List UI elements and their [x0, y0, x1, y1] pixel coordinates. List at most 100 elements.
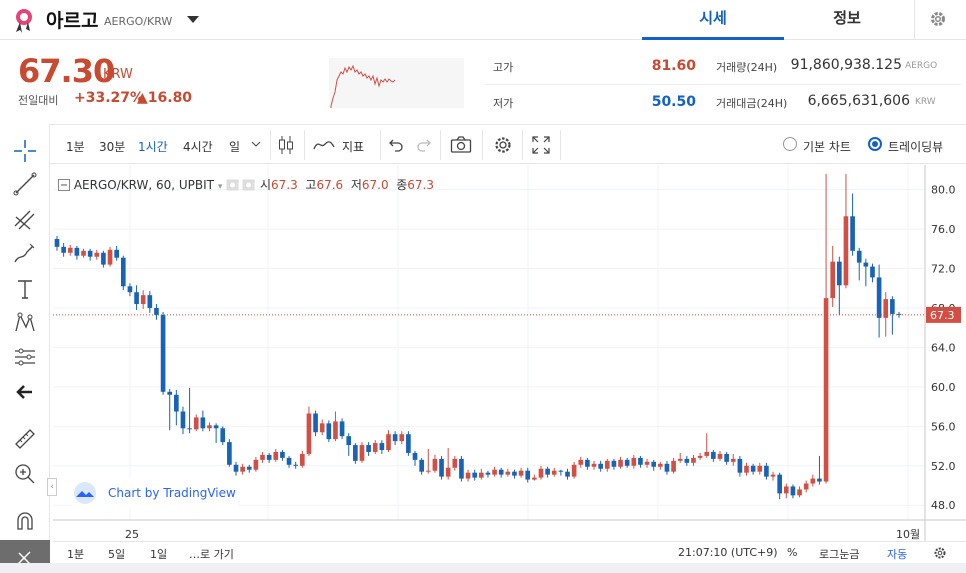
candle-body — [187, 428, 192, 430]
candle-body — [512, 471, 517, 476]
auto-scale-toggle[interactable]: 자동 — [887, 546, 907, 562]
range-5d[interactable]: 5일 — [108, 546, 125, 562]
toolbar-divider — [440, 130, 441, 160]
candle-body — [353, 445, 358, 461]
magnet-icon[interactable] — [10, 507, 40, 537]
tab-quote[interactable]: 시세 — [642, 0, 784, 40]
candle-body — [704, 451, 710, 456]
prediction-icon[interactable] — [10, 342, 40, 372]
legend-close: 67.3 — [407, 178, 434, 192]
volume-value: 91,860,938.125 — [790, 57, 902, 73]
candle-body — [220, 428, 226, 443]
watermark-text[interactable]: Chart by TradingView — [108, 486, 236, 500]
candle-body — [890, 299, 895, 314]
candle-body — [585, 459, 590, 467]
candle-body — [465, 472, 471, 479]
coin-logo-icon — [16, 9, 32, 33]
y-tick-label: 52.0 — [931, 460, 956, 473]
candle-body — [472, 472, 478, 478]
trend-line-icon[interactable] — [10, 169, 40, 199]
collapse-legend-icon[interactable] — [58, 179, 70, 191]
interval-1h[interactable]: 1시간 — [138, 138, 168, 155]
low-label: 저가 — [493, 97, 514, 110]
gear-icon[interactable] — [933, 546, 947, 560]
chevron-down-icon[interactable] — [251, 140, 261, 148]
y-tick-label: 80.0 — [931, 184, 956, 197]
indicator-button[interactable]: 지표 — [342, 138, 364, 155]
candle-body — [74, 247, 80, 256]
tradingview-radio[interactable] — [868, 137, 882, 151]
visibility-icons[interactable] — [226, 179, 256, 191]
toolbar-divider — [304, 130, 305, 160]
candle-body — [246, 466, 252, 470]
candle-type-icon[interactable] — [276, 134, 296, 156]
percent-toggle[interactable]: % — [787, 546, 797, 559]
basic-chart-radio[interactable] — [783, 137, 797, 151]
redo-icon[interactable] — [416, 137, 432, 153]
text-tool-icon[interactable] — [10, 274, 40, 304]
candle-body — [750, 465, 756, 472]
y-tick-label: 60.0 — [931, 381, 956, 394]
candle-body — [160, 314, 166, 392]
interval-1m[interactable]: 1분 — [66, 138, 85, 155]
chevron-down-icon[interactable]: ▾ — [218, 182, 223, 192]
fullscreen-icon[interactable] — [531, 135, 551, 155]
interval-day[interactable]: 일 — [229, 138, 240, 155]
tradingview-label[interactable]: 트레이딩뷰 — [888, 138, 943, 155]
candle-body — [578, 459, 584, 465]
candle-body — [432, 458, 438, 471]
settings-gear-icon[interactable] — [493, 135, 513, 155]
x-tick-label: 25 — [125, 528, 139, 541]
log-scale-toggle[interactable]: 로그눈금 — [819, 546, 859, 562]
undo-icon[interactable] — [388, 137, 404, 153]
candle-body — [333, 421, 338, 440]
candle-body — [856, 250, 862, 263]
volume-unit: AERGO — [905, 61, 938, 71]
candle-body — [717, 453, 723, 459]
pattern-icon[interactable] — [10, 308, 40, 338]
interval-30m[interactable]: 30분 — [99, 138, 125, 155]
tab-info[interactable]: 정보 — [776, 0, 918, 40]
upbit-trading-page: { "header": { "coin_name": "아르고", "pair"… — [0, 0, 966, 573]
zoom-in-icon[interactable] — [10, 459, 40, 489]
market-pair[interactable]: AERGO/KRW — [104, 15, 172, 28]
candle-body — [558, 470, 564, 472]
toolbar-divider — [270, 130, 271, 160]
candle-body — [280, 451, 285, 458]
candle-body — [339, 421, 345, 437]
range-1m[interactable]: 1분 — [67, 546, 84, 562]
candle-body — [498, 469, 504, 475]
candle-body — [439, 458, 444, 477]
chart-grid — [53, 165, 925, 520]
candle-body — [180, 411, 186, 429]
ruler-icon[interactable] — [10, 424, 40, 454]
current-price: 67.30 — [18, 52, 115, 90]
crosshair-icon[interactable] — [10, 136, 40, 166]
chevron-down-icon[interactable] — [187, 16, 199, 23]
interval-4h[interactable]: 4시간 — [183, 138, 213, 155]
candle-body — [571, 464, 577, 477]
candle-body — [730, 458, 736, 462]
candle-body — [213, 425, 219, 429]
range-1d[interactable]: 1일 — [150, 546, 167, 562]
goto-button[interactable]: …로 가기 — [189, 546, 234, 562]
x-tick-label: 10월 — [896, 528, 920, 541]
candle-body — [744, 465, 749, 473]
candle-body — [538, 468, 544, 478]
candle-body — [604, 460, 610, 469]
collapse-toolbar-button[interactable]: ‹ — [47, 478, 57, 496]
basic-chart-label[interactable]: 기본 차트 — [803, 138, 851, 155]
candle-body — [817, 478, 822, 482]
fib-tool-icon[interactable] — [10, 204, 40, 234]
candle-body — [532, 477, 537, 480]
coin-name: 아르고 — [46, 10, 99, 32]
camera-icon[interactable] — [450, 136, 472, 154]
brush-icon[interactable] — [10, 238, 40, 268]
candle-body — [591, 463, 597, 467]
candle-body — [233, 464, 239, 472]
settings-button[interactable] — [914, 0, 966, 40]
indicator-icon[interactable] — [313, 138, 335, 152]
candle-body — [87, 250, 93, 257]
candle-body — [671, 460, 676, 472]
arrow-left-icon[interactable] — [10, 377, 40, 407]
